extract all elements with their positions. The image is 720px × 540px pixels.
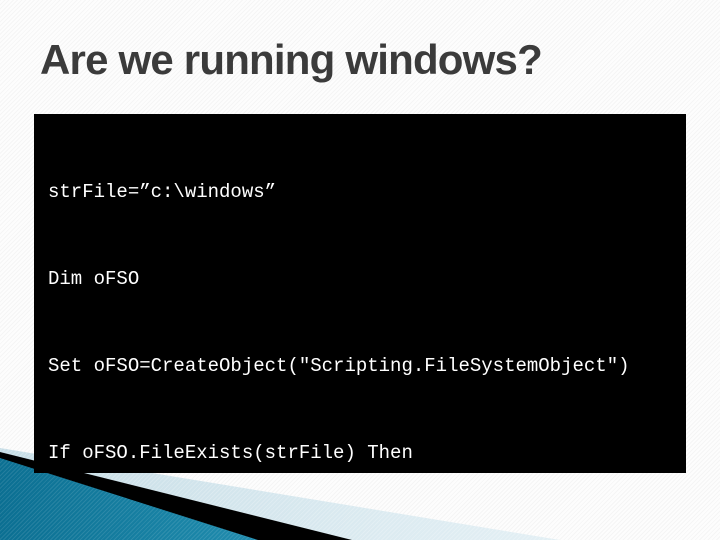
slide-canvas: Are we running windows? strFile=”c:\wind… xyxy=(0,0,720,540)
code-line: Dim oFSO xyxy=(48,268,140,290)
code-block: strFile=”c:\windows” Dim oFSO Set oFSO=C… xyxy=(34,114,686,473)
page-title: Are we running windows? xyxy=(40,36,543,83)
code-line: If oFSO.FileExists(strFile) Then xyxy=(48,442,413,464)
code-line: strFile=”c:\windows” xyxy=(48,181,277,203)
code-lines: strFile=”c:\windows” Dim oFSO Set oFSO=C… xyxy=(34,120,686,473)
code-line: Set oFSO=CreateObject("Scripting.FileSys… xyxy=(48,355,630,377)
